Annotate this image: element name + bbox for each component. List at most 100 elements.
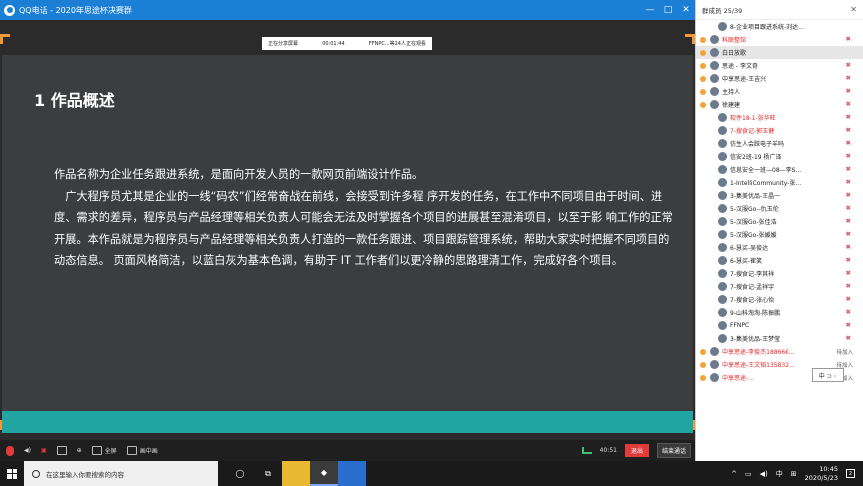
avatar <box>718 22 727 31</box>
member-row[interactable]: 7-搜食记-郭玉健 ✖ <box>696 124 863 137</box>
avatar <box>710 87 719 96</box>
minimize-button[interactable]: — <box>641 0 659 20</box>
admin-badge-icon <box>696 59 710 72</box>
avatar <box>718 256 727 265</box>
call-duration: 40:51 <box>599 447 617 454</box>
member-row[interactable]: 7-搜食记-李其祥 ✖ <box>696 267 863 280</box>
member-name: 3-集美优品-王梦莹 <box>730 336 781 343</box>
member-indent <box>704 254 718 267</box>
member-name: 7-搜食记-郭玉健 <box>730 128 775 135</box>
member-row[interactable]: 中享思途-李俊杰18866€... 待加入 <box>696 345 863 358</box>
taskbar-search[interactable]: 在这里输入你要搜索的内容 <box>24 461 218 486</box>
word-icon[interactable] <box>338 461 366 486</box>
member-row[interactable]: 8-企业项目跟进系统-刘达... <box>696 20 863 33</box>
share-frame-corner <box>0 34 10 44</box>
member-name: 7-搜食记-孟祥宇 <box>730 284 775 291</box>
member-row[interactable]: 主持人 ✖ <box>696 85 863 98</box>
volume-icon[interactable]: ◀) <box>760 470 768 478</box>
member-indent <box>704 111 718 124</box>
mic-muted-icon: ✖ <box>845 100 851 108</box>
notification-icon[interactable]: 2 <box>846 469 855 478</box>
member-row[interactable]: 科联整馆 ✖ <box>696 33 863 46</box>
ime-mode-icon[interactable]: ⊞ <box>791 470 797 478</box>
title-bar: QQ电话 - 2020年思途杯决赛群 — □ ✕ <box>0 0 695 20</box>
close-button[interactable]: ✕ <box>677 0 695 20</box>
avatar <box>710 61 719 70</box>
member-row[interactable]: FFNPC ✖ <box>696 319 863 332</box>
member-row[interactable]: 白日放歌 <box>696 46 863 59</box>
member-row[interactable]: 思途 - 李文奇 ✖ <box>696 59 863 72</box>
member-name: 5-汉服Go-张媛媛 <box>730 232 777 239</box>
start-button[interactable] <box>0 461 24 486</box>
fullscreen-button[interactable]: 全屏 <box>91 446 117 455</box>
member-row[interactable]: 信息安全一班—08—李S... ✖ <box>696 163 863 176</box>
mic-muted-icon: ✖ <box>845 74 851 82</box>
ime-indicator[interactable]: 中 <box>776 469 783 479</box>
network-icon[interactable]: ▭ <box>745 470 752 478</box>
avatar <box>718 191 727 200</box>
toolbar-right: 40:51 退出 结束通话 <box>581 443 695 458</box>
avatar <box>710 373 719 382</box>
member-status: 待加入 <box>836 350 853 356</box>
speaker-icon[interactable]: ◀) <box>24 447 31 454</box>
member-indent <box>704 137 718 150</box>
member-row[interactable]: 徐建建 ✖ <box>696 98 863 111</box>
system-tray: ^ ▭ ◀) 中 ⊞ 10:45 2020/5/23 2 <box>731 465 863 483</box>
member-row[interactable]: 9-山科淘淘-陈振鹏 ✖ <box>696 306 863 319</box>
member-row[interactable]: 1-IntelliCommunity-张... ✖ <box>696 176 863 189</box>
screen-share-area: 正在分享屏幕 00:01:44 FFNPC...等24人正在观看 1 作品概述 … <box>0 20 695 440</box>
member-row[interactable]: 5-汉服Go-张佳浩 ✖ <box>696 215 863 228</box>
share-viewers: FFNPC...等24人正在观看 <box>368 41 426 47</box>
qq-taskbar-icon[interactable]: ◆ <box>310 461 338 486</box>
member-row[interactable]: 3-集美优品-王晶一 ✖ <box>696 189 863 202</box>
member-indent <box>704 332 718 345</box>
member-indent <box>704 176 718 189</box>
ime-floating-bar[interactable]: 中 ⊃ ◦ <box>812 368 844 382</box>
mic-muted-icon: ✖ <box>845 152 851 160</box>
taskbar-clock[interactable]: 10:45 2020/5/23 <box>805 465 838 483</box>
avatar <box>718 308 727 317</box>
mic-muted-icon: ✖ <box>845 35 851 43</box>
avatar <box>718 113 727 122</box>
member-row[interactable]: 5-汉服Go-张媛媛 ✖ <box>696 228 863 241</box>
member-row[interactable]: 信安2班-19 杨广泽 ✖ <box>696 150 863 163</box>
member-indent <box>704 293 718 306</box>
admin-badge-icon <box>696 358 710 371</box>
mic-muted-icon: ✖ <box>845 217 851 225</box>
exit-button[interactable]: 退出 <box>624 444 649 457</box>
member-row[interactable]: 仿生人会踩电子羊吗 ✖ <box>696 137 863 150</box>
microphone-icon[interactable] <box>6 445 14 456</box>
admin-badge-icon <box>696 46 710 59</box>
end-call-button[interactable]: 结束通话 <box>656 443 691 458</box>
search-placeholder: 在这里输入你要搜索的内容 <box>46 470 124 479</box>
screen-share-icon[interactable] <box>56 446 67 455</box>
pip-button[interactable]: 画中画 <box>126 446 158 455</box>
member-row[interactable]: 6-慧买-吴俊达 ✖ <box>696 241 863 254</box>
member-row[interactable]: 5-汉服Go--仇玉伦 ✖ <box>696 202 863 215</box>
member-row[interactable]: 软件18-1-张华旺 ✖ <box>696 111 863 124</box>
panel-close-icon[interactable]: ✕ <box>850 5 857 14</box>
member-name: 白日放歌 <box>722 50 747 57</box>
call-toolbar: ◀) ▣ ⊕ 全屏 画中画 40:51 退出 结束通话 <box>0 440 695 461</box>
member-indent <box>704 267 718 280</box>
tray-expand-icon[interactable]: ^ <box>731 470 737 478</box>
file-explorer-icon[interactable] <box>282 461 310 486</box>
camera-off-icon[interactable]: ▣ <box>41 447 47 454</box>
member-row[interactable]: 中享思途-王吉兴 ✖ <box>696 72 863 85</box>
avatar <box>710 35 719 44</box>
avatar <box>718 269 727 278</box>
avatar <box>718 139 727 148</box>
member-row[interactable]: 3-集美优品-王梦莹 ✖ <box>696 332 863 345</box>
member-row[interactable]: 6-慧买-崔笑 ✖ <box>696 254 863 267</box>
member-name: 中享思途-王吉兴 <box>722 76 767 83</box>
whiteboard-icon[interactable]: ⊕ <box>77 447 82 454</box>
slide-paragraph: 作品名称为企业任务跟进系统，是面向开发人员的一款网页前端设计作品。 <box>54 168 424 181</box>
maximize-button[interactable]: □ <box>659 0 677 20</box>
member-row[interactable]: 7-搜食记-孟祥宇 ✖ <box>696 280 863 293</box>
task-view-icon[interactable]: ⧉ <box>254 461 282 486</box>
member-name: 信安2班-19 杨广泽 <box>730 154 782 161</box>
member-row[interactable]: 7-搜食记-张心怡 ✖ <box>696 293 863 306</box>
cortana-icon[interactable]: ◯ <box>226 461 254 486</box>
member-indent <box>704 163 718 176</box>
avatar <box>710 347 719 356</box>
